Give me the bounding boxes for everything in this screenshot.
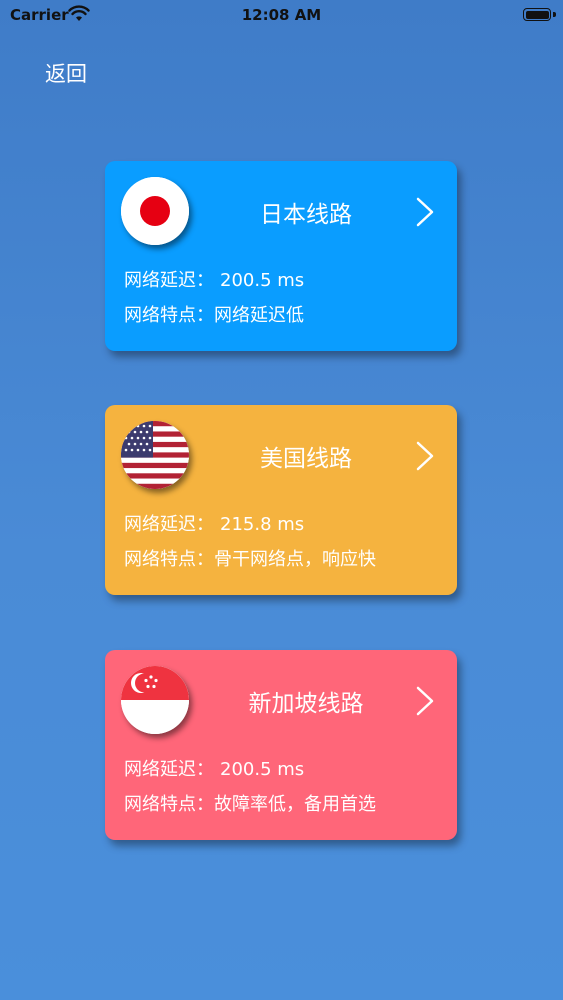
chevron-right-icon [416,197,434,227]
feature-row: 网络特点：网络延迟低 [124,301,304,327]
latency-label: 网络延迟： [124,514,214,535]
feature-label: 网络特点： [124,305,214,326]
line-card-singapore[interactable]: 新加坡线路 网络延迟： 200.5 ms 网络特点：故障率低，备用首选 [105,650,457,840]
feature-value: 骨干网络点，响应快 [214,549,376,570]
line-title: 新加坡线路 [248,691,364,717]
clock: 12:08 AM [241,6,322,24]
chevron-right-icon [416,441,434,471]
battery-cap [553,12,556,17]
feature-value: 故障率低，备用首选 [214,794,376,815]
line-card-usa[interactable]: 美国线路 网络延迟： 215.8 ms 网络特点：骨干网络点，响应快 [105,405,457,595]
back-button[interactable]: 返回 [45,58,87,88]
feature-row: 网络特点：骨干网络点，响应快 [124,545,376,571]
chevron-right-icon [416,686,434,716]
latency-value: 200.5 ms [220,270,305,291]
latency-row: 网络延迟： 200.5 ms [124,266,304,292]
japan-flag-icon [121,177,189,245]
latency-label: 网络延迟： [124,270,214,291]
line-title: 日本线路 [260,202,352,228]
battery-icon [523,8,551,21]
feature-value: 网络延迟低 [214,305,304,326]
feature-label: 网络特点： [124,549,214,570]
line-title: 美国线路 [260,446,352,472]
status-bar: Carrier 12:08 AM [0,0,563,30]
feature-row: 网络特点：故障率低，备用首选 [124,790,376,816]
line-card-japan[interactable]: 日本线路 网络延迟： 200.5 ms 网络特点：网络延迟低 [105,161,457,351]
usa-flag-icon [121,421,189,489]
latency-value: 215.8 ms [220,514,305,535]
singapore-flag-icon [121,666,189,734]
latency-row: 网络延迟： 215.8 ms [124,510,304,536]
feature-label: 网络特点： [124,794,214,815]
latency-row: 网络延迟： 200.5 ms [124,755,304,781]
latency-value: 200.5 ms [220,759,305,780]
latency-label: 网络延迟： [124,759,214,780]
